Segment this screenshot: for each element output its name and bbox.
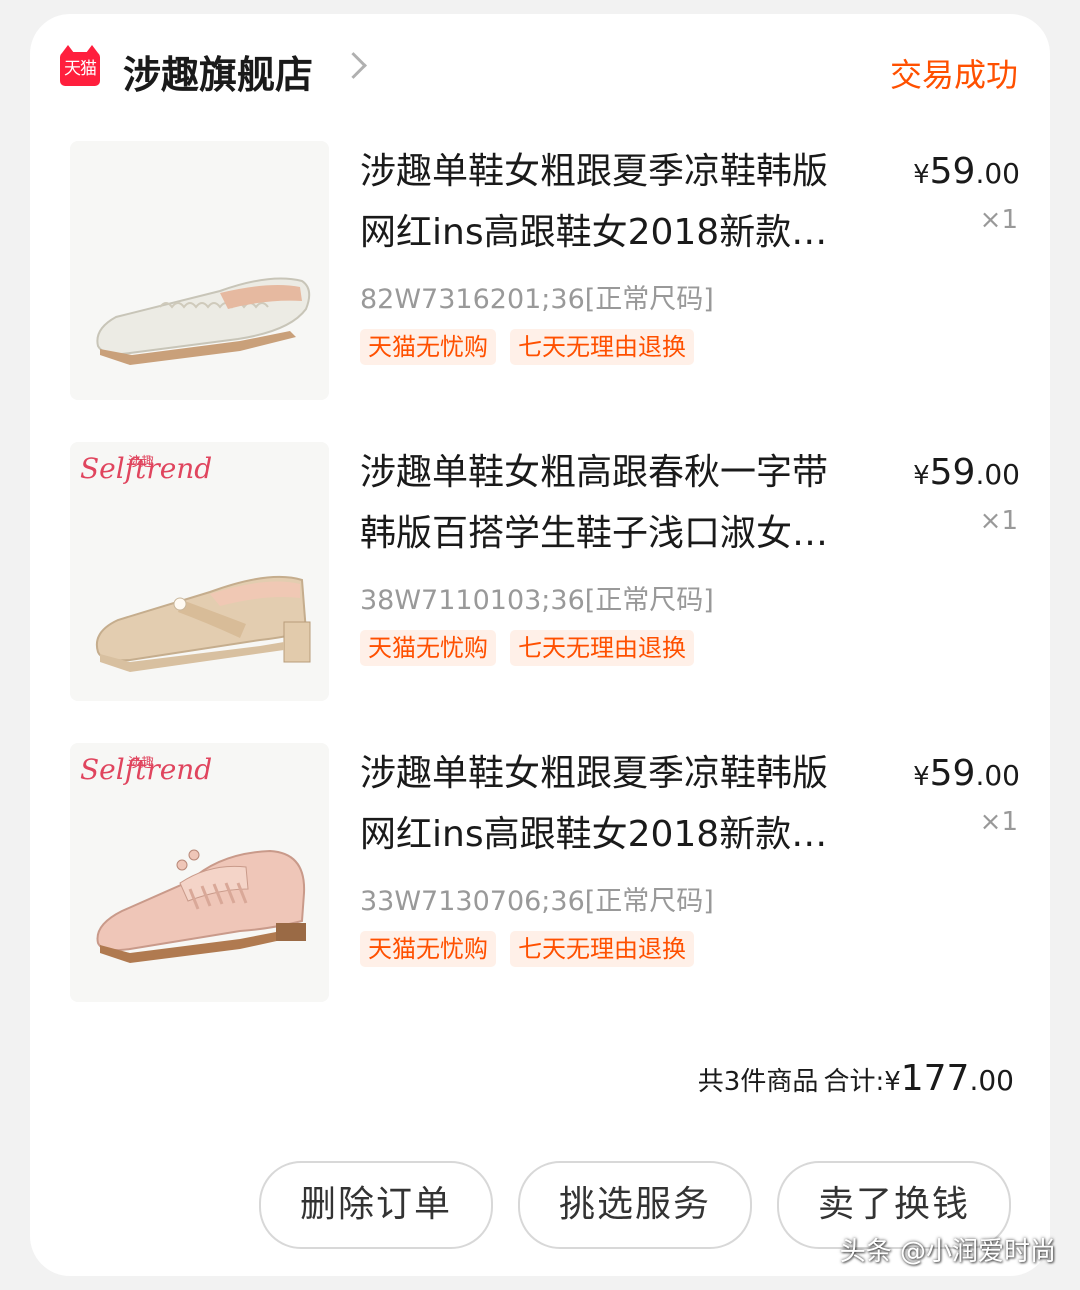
currency-symbol: ¥	[913, 461, 930, 491]
order-total: 共3件商品 合计:¥177.00	[698, 1058, 1014, 1099]
order-item[interactable]: Selftrend 涉趣 涉趣单鞋女粗高跟春秋一字带 韩版百搭学生鞋子浅口淑女……	[30, 442, 1050, 742]
currency-symbol: ¥	[913, 762, 930, 792]
item-sku: 33W7130706;36[正常尺码]	[360, 886, 714, 917]
item-title-line: 涉趣单鞋女粗跟夏季凉鞋韩版	[360, 753, 829, 794]
item-quantity: ×1	[979, 807, 1018, 837]
order-item[interactable]: 涉趣单鞋女粗跟夏季凉鞋韩版 网红ins高跟鞋女2018新款… ¥59.00 ×1…	[30, 141, 1050, 441]
price-decimal: .00	[975, 458, 1020, 491]
seven-day-return-tag: 七天无理由退换	[510, 630, 694, 666]
watermark: 头条 @小润爱时尚	[839, 1237, 1056, 1267]
seven-day-return-tag: 七天无理由退换	[510, 931, 694, 967]
delete-order-button[interactable]: 删除订单	[259, 1161, 493, 1249]
currency-symbol: ¥	[913, 160, 930, 190]
item-quantity: ×1	[979, 205, 1018, 235]
brand-logo-cn: 涉趣	[128, 455, 154, 470]
tmall-worry-free-tag: 天猫无忧购	[360, 329, 496, 365]
item-tags: 天猫无忧购 七天无理由退换	[360, 630, 708, 666]
item-title[interactable]: 涉趣单鞋女粗跟夏季凉鞋韩版 网红ins高跟鞋女2018新款…	[360, 141, 890, 263]
brand-logo-cn: 涉趣	[128, 756, 154, 771]
chevron-right-icon[interactable]	[340, 52, 367, 79]
item-price: ¥59.00	[913, 151, 1020, 192]
tmall-worry-free-tag: 天猫无忧购	[360, 630, 496, 666]
item-count-label: 共3件商品	[697, 1067, 819, 1097]
price-integer: 59	[929, 151, 976, 192]
item-sku: 82W7316201;36[正常尺码]	[360, 284, 714, 315]
tmall-worry-free-tag: 天猫无忧购	[360, 931, 496, 967]
item-title[interactable]: 涉趣单鞋女粗高跟春秋一字带 韩版百搭学生鞋子浅口淑女…	[360, 442, 890, 564]
pick-service-button[interactable]: 挑选服务	[518, 1161, 752, 1249]
item-price: ¥59.00	[913, 452, 1020, 493]
item-tags: 天猫无忧购 七天无理由退换	[360, 931, 708, 967]
white-flat-shoe-image[interactable]	[70, 141, 329, 400]
shop-name-link[interactable]: 涉趣旗舰店	[123, 44, 313, 99]
item-tags: 天猫无忧购 七天无理由退换	[360, 329, 708, 365]
item-title-line: 涉趣单鞋女粗跟夏季凉鞋韩版	[360, 151, 829, 192]
order-card: 天猫 涉趣旗舰店 交易成功 涉趣单鞋女粗跟夏季凉鞋韩版 网红ins高跟鞋女201…	[30, 14, 1050, 1276]
order-item[interactable]: Selftrend 涉趣 涉趣单鞋女粗跟夏季凉鞋韩版 网红ins高跟鞋女2018…	[30, 743, 1050, 1043]
total-integer: 177	[900, 1058, 970, 1099]
price-integer: 59	[929, 753, 976, 794]
item-title-line: 网红ins高跟鞋女2018新款…	[360, 814, 828, 855]
item-sku: 38W7110103;36[正常尺码]	[360, 585, 714, 616]
total-label: 合计:	[823, 1067, 885, 1097]
price-decimal: .00	[975, 759, 1020, 792]
item-title[interactable]: 涉趣单鞋女粗跟夏季凉鞋韩版 网红ins高跟鞋女2018新款…	[360, 743, 890, 865]
currency-symbol: ¥	[884, 1067, 901, 1097]
price-decimal: .00	[975, 157, 1020, 190]
item-title-line: 韩版百搭学生鞋子浅口淑女…	[360, 513, 829, 554]
item-title-line: 涉趣单鞋女粗高跟春秋一字带	[360, 452, 829, 493]
item-price: ¥59.00	[913, 753, 1020, 794]
order-status: 交易成功	[889, 56, 1018, 94]
total-decimal: .00	[969, 1064, 1014, 1097]
tmall-logo-icon: 天猫	[60, 45, 100, 86]
beige-mary-jane-shoe-image[interactable]: Selftrend 涉趣	[70, 442, 329, 701]
item-quantity: ×1	[979, 506, 1018, 536]
price-integer: 59	[929, 452, 976, 493]
order-header: 天猫 涉趣旗舰店 交易成功	[30, 14, 1050, 124]
pink-oxford-shoe-image[interactable]: Selftrend 涉趣	[70, 743, 329, 1002]
seven-day-return-tag: 七天无理由退换	[510, 329, 694, 365]
item-title-line: 网红ins高跟鞋女2018新款…	[360, 212, 828, 253]
